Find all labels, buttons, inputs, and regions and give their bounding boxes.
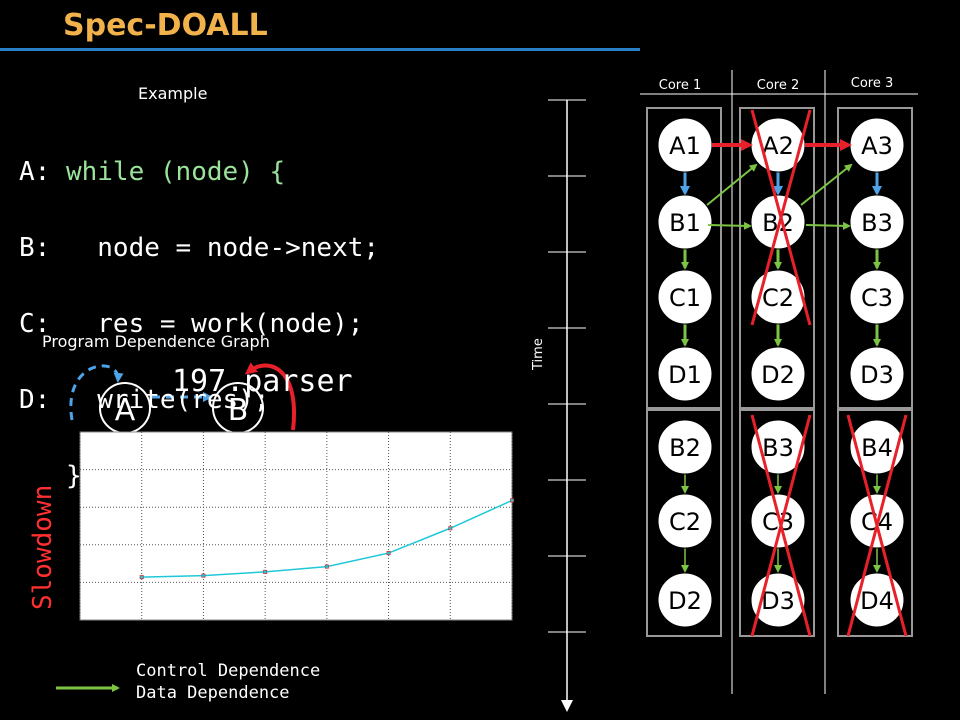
chart-x-tick-label: 6 (384, 623, 392, 638)
chart-x-tick-label: 1 (76, 623, 84, 638)
legend-control-label: Control Dependence (136, 661, 321, 681)
code-line-close: } (19, 461, 82, 491)
chart-x-tick-label: 7 (446, 623, 454, 638)
core-3-label: Core 3 (851, 76, 894, 91)
chart-x-axis-label: Number of Threads (226, 644, 371, 662)
node-b2-iter2-core-1-label: B2 (669, 434, 701, 462)
chart-point-center (263, 570, 267, 574)
chart-point-center (448, 526, 452, 530)
node-c1-core-1-label: C1 (669, 284, 701, 312)
chart-x-tick-label: 5 (323, 623, 331, 638)
node-b4-iter2-core-3-label: B4 (861, 434, 893, 462)
node-b3-core-3-label: B3 (861, 209, 893, 237)
node-c3-core-3-label: C3 (861, 284, 893, 312)
chart-point-center (510, 498, 514, 502)
node-a3-core-3-label: A3 (861, 132, 893, 160)
node-b1-core-1-label: B1 (669, 209, 701, 237)
chart-point-center (140, 575, 144, 579)
slide-title: Spec-DOALL (63, 8, 268, 43)
node-d4-iter2-core-3-label: D4 (860, 587, 894, 615)
time-label: Time (531, 338, 546, 371)
code-block: A: while (node) { B: node = node->next; … (19, 115, 379, 533)
chart-x-ticks: 1 2 3 4 5 6 7 8 (76, 623, 516, 638)
node-c2-iter2-core-1-label: C2 (669, 508, 701, 536)
node-c2-core-2-label: C2 (762, 284, 794, 312)
chart-point-center (201, 574, 205, 578)
node-d2-core-2-label: D2 (761, 361, 795, 389)
node-b3-iter2-core-2-label: B3 (762, 434, 794, 462)
chart-point-center (325, 565, 329, 569)
time-axis: Time (531, 99, 586, 712)
title-underline (0, 48, 640, 51)
node-d3-iter2-core-2-label: D3 (761, 587, 795, 615)
core-1-label: Core 1 (659, 78, 702, 93)
core-2-label: Core 2 (757, 78, 800, 93)
chart-y-axis-label: Slowdown (28, 484, 58, 610)
data-edge-b2-b3 (805, 221, 851, 230)
legend-data-label: Data Dependence (136, 683, 290, 703)
node-d1-core-1-label: D1 (668, 361, 702, 389)
example-label: Example (138, 84, 208, 103)
node-a2-core-2-label: A2 (762, 132, 794, 160)
chart-x-tick-label: 8 (508, 623, 516, 638)
node-d2-iter2-core-1-label: D2 (668, 587, 702, 615)
chart-x-tick-label: 4 (261, 623, 269, 638)
data-edge-b2-a3 (800, 163, 853, 206)
core-schedule: A1B1C1D1A2B2C2D2A3B3C3D3B2C2D2B3C3D3B4C4… (646, 107, 913, 637)
chart-x-tick-label: 3 (199, 623, 207, 638)
chart-x-tick-label: 2 (138, 623, 146, 638)
node-a1-core-1-label: A1 (669, 132, 701, 160)
pdg-label: Program Dependence Graph (42, 332, 270, 351)
data-edge-b1-b2 (707, 221, 752, 230)
code-line-a: A: while (node) { (19, 157, 286, 187)
chart-point-center (387, 551, 391, 555)
benchmark-label: 197.parser (172, 364, 353, 399)
node-d3-core-3-label: D3 (860, 361, 894, 389)
code-line-b: B: node = node->next; (19, 233, 380, 263)
